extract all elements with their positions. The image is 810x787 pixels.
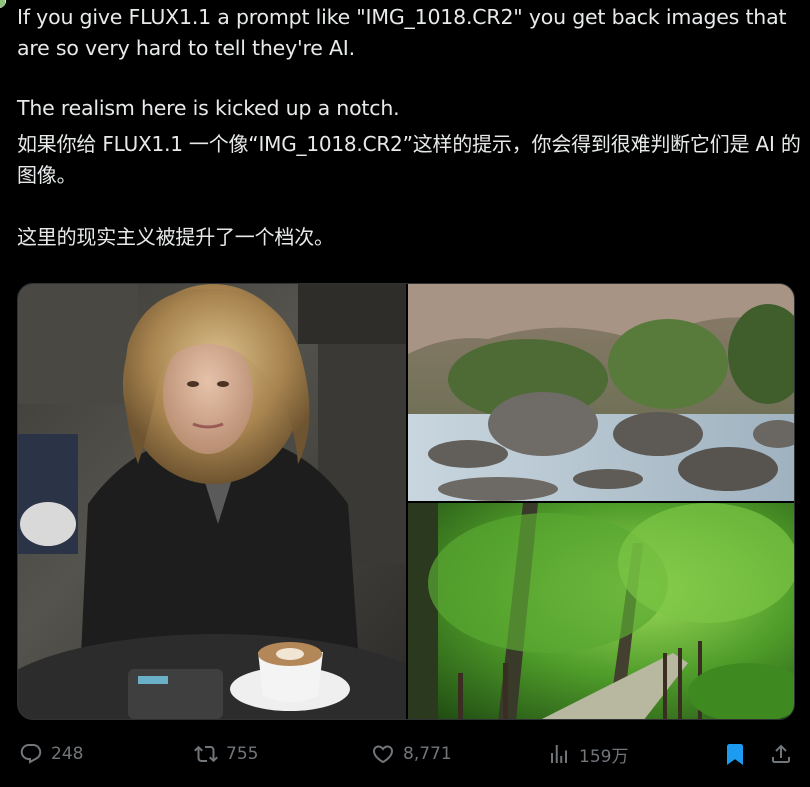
retweet-button[interactable]: 755: [194, 736, 258, 772]
bookmark-button[interactable]: [723, 736, 747, 772]
reply-button[interactable]: 248: [19, 736, 83, 772]
retweet-count: 755: [226, 744, 259, 764]
like-button[interactable]: 8,771: [371, 736, 452, 772]
tweet-paragraph-zh-2: 这里的现实主义被提升了一个档次。: [17, 225, 334, 249]
share-button[interactable]: [769, 736, 793, 772]
like-count: 8,771: [403, 744, 452, 764]
tweet-paragraph-zh-1: 如果你给 FLUX1.1 一个像“IMG_1018.CR2”这样的提示，你会得到…: [17, 132, 801, 187]
tweet-paragraph-en-1: If you give FLUX1.1 a prompt like "IMG_1…: [17, 5, 793, 60]
avatar[interactable]: [0, 0, 6, 8]
share-icon: [772, 744, 790, 763]
views-count: 159万: [579, 746, 629, 767]
reply-count: 248: [51, 744, 84, 764]
forest-path-photo[interactable]: [408, 503, 794, 719]
tweet-text: If you give FLUX1.1 a prompt like "IMG_1…: [17, 2, 802, 253]
tweet-action-bar: 248 755 8,771 159万: [17, 736, 797, 772]
retweet-icon: [194, 745, 218, 763]
tweet-paragraph-en-2: The realism here is kicked up a notch.: [17, 96, 400, 120]
media-grid: [17, 283, 795, 720]
bookmark-icon: [727, 744, 743, 765]
heart-icon: [372, 745, 394, 764]
views-button[interactable]: 159万: [547, 736, 628, 772]
views-chart-icon: [551, 745, 567, 763]
mountain-river-photo[interactable]: [408, 284, 794, 501]
reply-icon: [20, 744, 42, 764]
woman-cafe-photo[interactable]: [18, 284, 406, 719]
